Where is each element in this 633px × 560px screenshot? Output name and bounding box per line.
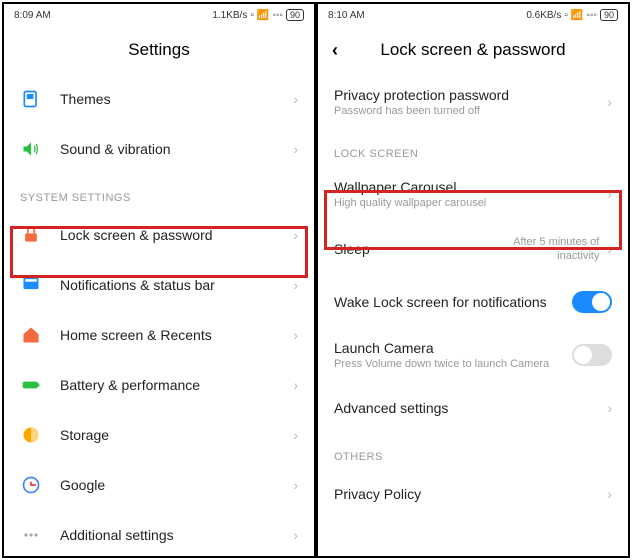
chevron-right-icon: ›	[293, 327, 298, 343]
settings-screen: 8:09 AM 1.1KB/s ▫ 📶 ◦◦◦ 90 Settings Them…	[2, 2, 316, 558]
row-privacy-password[interactable]: Privacy protection password Password has…	[318, 74, 628, 130]
sound-icon	[20, 138, 42, 160]
chevron-right-icon: ›	[607, 241, 612, 257]
toggle-on[interactable]	[572, 291, 612, 313]
chevron-right-icon: ›	[293, 527, 298, 543]
signal-icon: 📶	[257, 10, 269, 21]
status-icons: 0.6KB/s ▫ 📶 ◦◦◦ 90	[526, 9, 618, 21]
back-button[interactable]: ‹	[332, 40, 338, 61]
row-label: Wake Lock screen for notifications	[334, 294, 547, 310]
row-privacy-policy[interactable]: Privacy Policy ›	[318, 469, 628, 519]
row-home-recents[interactable]: Home screen & Recents ›	[4, 310, 314, 360]
themes-icon	[20, 88, 42, 110]
row-lock-screen-password[interactable]: Lock screen & password ›	[4, 210, 314, 260]
row-google[interactable]: Google ›	[4, 460, 314, 510]
row-battery[interactable]: Battery & performance ›	[4, 360, 314, 410]
page-title: Settings	[128, 40, 189, 60]
chevron-right-icon: ›	[607, 400, 612, 416]
row-label: Lock screen & password	[60, 227, 213, 243]
row-sleep[interactable]: Sleep After 5 minutes of inactivity ›	[318, 222, 628, 277]
lock-screen-settings-screen: 8:10 AM 0.6KB/s ▫ 📶 ◦◦◦ 90 ‹ Lock screen…	[316, 2, 630, 558]
notifications-icon	[20, 274, 42, 296]
wifi-icon: ◦◦◦	[272, 10, 283, 21]
chevron-right-icon: ›	[607, 486, 612, 502]
storage-icon	[20, 424, 42, 446]
row-label: Privacy protection password	[334, 87, 599, 103]
row-label: Storage	[60, 427, 109, 443]
chevron-right-icon: ›	[293, 477, 298, 493]
clock: 8:09 AM	[14, 10, 51, 21]
google-icon	[20, 474, 42, 496]
chevron-right-icon: ›	[293, 91, 298, 107]
row-label: Home screen & Recents	[60, 327, 212, 343]
row-additional[interactable]: Additional settings ›	[4, 510, 314, 558]
row-wake-notifications[interactable]: Wake Lock screen for notifications	[318, 277, 628, 327]
row-label: Privacy Policy	[334, 486, 421, 502]
row-themes[interactable]: Themes ›	[4, 74, 314, 124]
row-subtitle: High quality wallpaper carousel	[334, 197, 599, 209]
chevron-right-icon: ›	[293, 377, 298, 393]
chevron-right-icon: ›	[293, 141, 298, 157]
battery-icon: 90	[600, 9, 618, 21]
row-sound[interactable]: Sound & vibration ›	[4, 124, 314, 174]
chevron-right-icon: ›	[607, 186, 612, 202]
status-bar: 8:10 AM 0.6KB/s ▫ 📶 ◦◦◦ 90	[318, 4, 628, 26]
signal-icon: 📶	[571, 10, 583, 21]
chevron-right-icon: ›	[293, 427, 298, 443]
lock-icon	[20, 224, 42, 246]
battery-icon: 90	[286, 9, 304, 21]
row-subtitle: Press Volume down twice to launch Camera	[334, 358, 572, 370]
section-system-settings: SYSTEM SETTINGS	[4, 174, 314, 210]
row-label: Sound & vibration	[60, 141, 171, 157]
sim-icon: ▫	[564, 10, 568, 21]
home-icon	[20, 324, 42, 346]
row-storage[interactable]: Storage ›	[4, 410, 314, 460]
chevron-right-icon: ›	[607, 94, 612, 110]
additional-icon	[20, 524, 42, 546]
header: ‹ Lock screen & password	[318, 26, 628, 74]
row-label: Sleep	[334, 241, 370, 257]
chevron-right-icon: ›	[293, 277, 298, 293]
section-others: OTHERS	[318, 433, 628, 469]
page-title: Lock screen & password	[380, 40, 565, 60]
chevron-right-icon: ›	[293, 227, 298, 243]
row-label: Themes	[60, 91, 111, 107]
row-launch-camera[interactable]: Launch Camera Press Volume down twice to…	[318, 327, 628, 383]
row-label: Notifications & status bar	[60, 277, 215, 293]
row-value: After 5 minutes of inactivity	[479, 235, 599, 264]
row-label: Advanced settings	[334, 400, 448, 416]
wifi-icon: ◦◦◦	[586, 10, 597, 21]
clock: 8:10 AM	[328, 10, 365, 21]
header: Settings	[4, 26, 314, 74]
battery-performance-icon	[20, 374, 42, 396]
toggle-off[interactable]	[572, 344, 612, 366]
section-lock-screen: LOCK SCREEN	[318, 130, 628, 166]
row-notifications[interactable]: Notifications & status bar ›	[4, 260, 314, 310]
row-label: Google	[60, 477, 105, 493]
sim-icon: ▫	[250, 10, 254, 21]
row-label: Additional settings	[60, 527, 174, 543]
status-bar: 8:09 AM 1.1KB/s ▫ 📶 ◦◦◦ 90	[4, 4, 314, 26]
row-advanced[interactable]: Advanced settings ›	[318, 383, 628, 433]
row-subtitle: Password has been turned off	[334, 105, 599, 117]
row-wallpaper-carousel[interactable]: Wallpaper Carousel High quality wallpape…	[318, 166, 628, 222]
row-label: Launch Camera	[334, 340, 572, 356]
row-label: Battery & performance	[60, 377, 200, 393]
row-label: Wallpaper Carousel	[334, 179, 599, 195]
status-icons: 1.1KB/s ▫ 📶 ◦◦◦ 90	[212, 9, 304, 21]
